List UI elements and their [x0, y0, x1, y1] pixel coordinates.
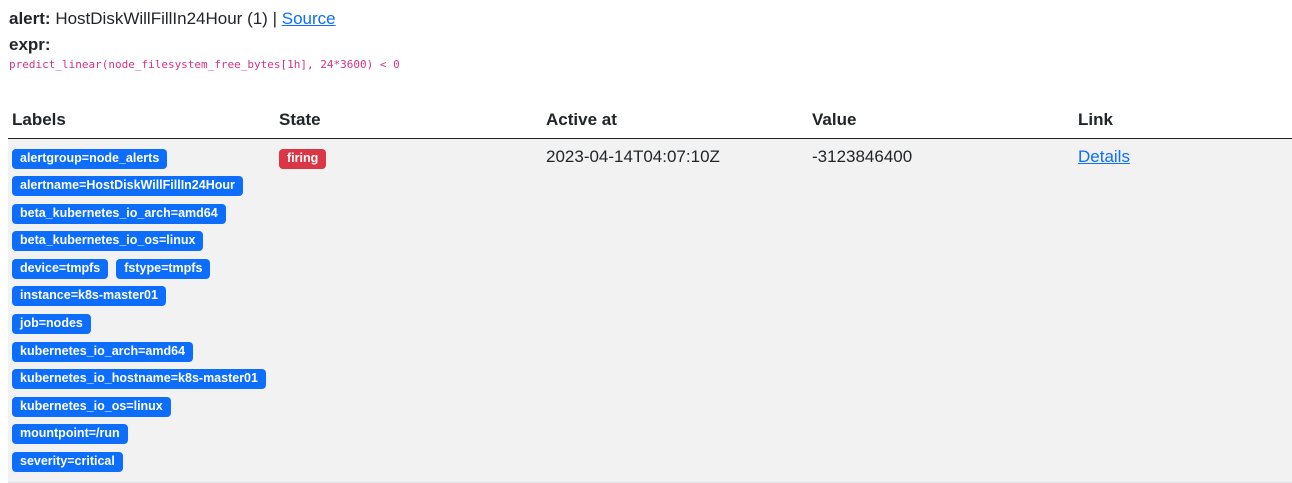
label-badge-arch: kubernetes_io_arch=amd64: [12, 341, 194, 362]
table-row: alertgroup=node_alerts alertname=HostDis…: [8, 138, 1292, 483]
expr-code: predict_linear(node_filesystem_free_byte…: [9, 58, 400, 71]
label-badge-device: device=tmpfs: [12, 258, 109, 279]
expr-label: expr:: [9, 35, 51, 54]
source-link[interactable]: Source: [282, 9, 336, 28]
label-badge-mountpoint: mountpoint=/run: [12, 424, 128, 445]
label-badge-instance: instance=k8s-master01: [12, 286, 166, 307]
state-cell: firing: [275, 138, 542, 483]
header-state: State: [275, 107, 542, 139]
label-badge-alertname: alertname=HostDiskWillFillIn24Hour: [12, 176, 243, 197]
labels-cell: alertgroup=node_alerts alertname=HostDis…: [8, 138, 275, 483]
link-cell: Details: [1074, 138, 1292, 483]
header-labels: Labels: [8, 107, 275, 139]
label-badge-fstype: fstype=tmpfs: [116, 258, 211, 279]
alert-value: -3123846400: [812, 146, 913, 166]
header-link: Link: [1074, 107, 1292, 139]
label-badge-alertgroup: alertgroup=node_alerts: [12, 148, 168, 169]
details-link[interactable]: Details: [1078, 147, 1130, 166]
alert-name: HostDiskWillFillIn24Hour (1): [55, 9, 268, 28]
separator: |: [272, 9, 278, 28]
label-badge-hostname: kubernetes_io_hostname=k8s-master01: [12, 369, 266, 390]
label-badge-severity: severity=critical: [12, 452, 123, 473]
alerts-table: Labels State Active at Value Link alertg…: [8, 107, 1292, 483]
table-header-row: Labels State Active at Value Link: [8, 107, 1292, 139]
value-cell: -3123846400: [808, 138, 1074, 483]
label-badge-beta-arch: beta_kubernetes_io_arch=amd64: [12, 203, 226, 224]
header-value: Value: [808, 107, 1074, 139]
label-badge-job: job=nodes: [12, 314, 91, 335]
state-badge: firing: [279, 148, 327, 169]
alert-header: alert: HostDiskWillFillIn24Hour (1) | So…: [9, 8, 400, 72]
label-badge-os: kubernetes_io_os=linux: [12, 396, 171, 417]
active-at-cell: 2023-04-14T04:07:10Z: [542, 138, 808, 483]
active-at-value: 2023-04-14T04:07:10Z: [546, 146, 720, 166]
header-active-at: Active at: [542, 107, 808, 139]
label-badge-beta-os: beta_kubernetes_io_os=linux: [12, 231, 204, 252]
alert-title-line: alert: HostDiskWillFillIn24Hour (1) | So…: [9, 8, 400, 30]
alert-label: alert:: [9, 9, 51, 28]
